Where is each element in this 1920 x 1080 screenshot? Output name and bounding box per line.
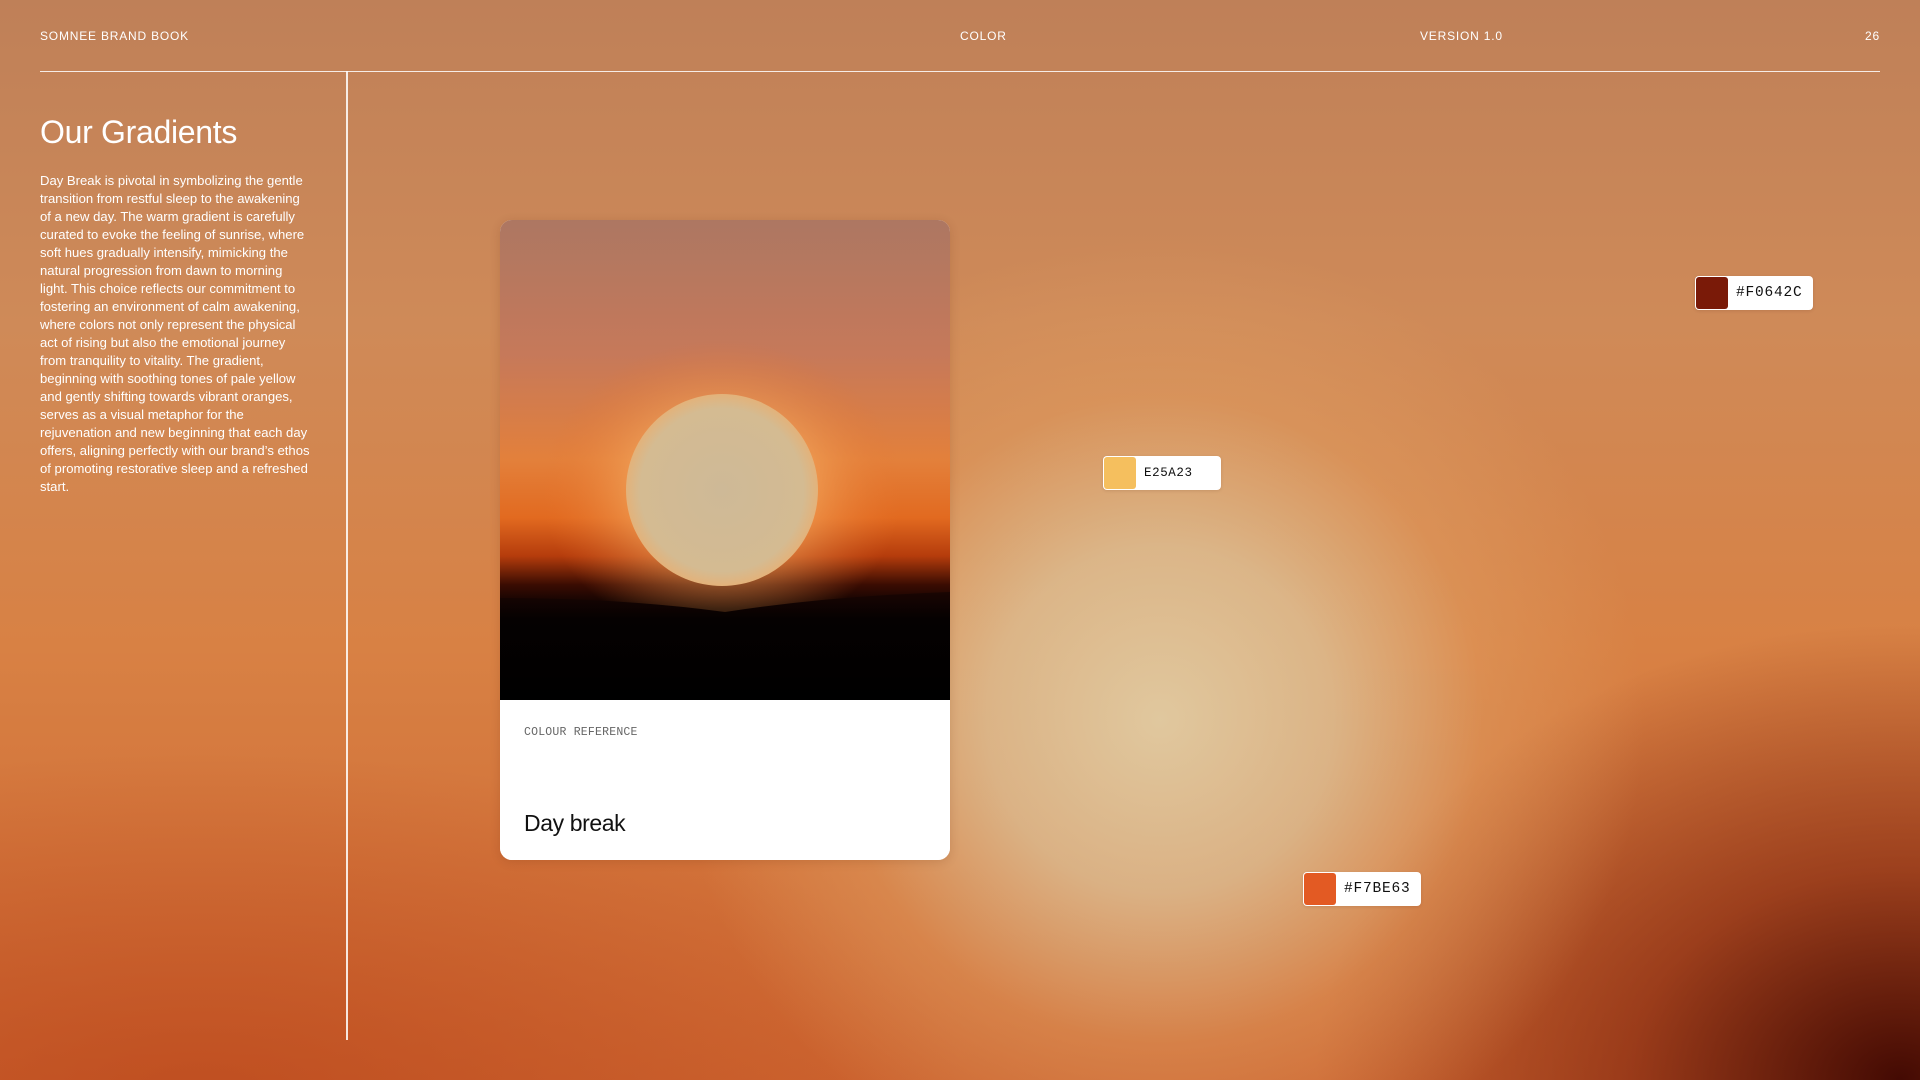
hex-code: #F0642C — [1736, 285, 1803, 301]
page-title: Our Gradients — [40, 114, 238, 150]
color-swatch-chip: #F0642C — [1695, 276, 1813, 310]
page-header: SOMNEE BRAND BOOK COLOR VERSION 1.0 26 — [40, 0, 1880, 72]
color-swatch-chip: E25A23 — [1103, 456, 1221, 490]
brand-name: SOMNEE BRAND BOOK — [40, 29, 189, 43]
page-number: 26 — [1865, 29, 1880, 43]
section-name: COLOR — [960, 29, 1007, 43]
intro-paragraph: Day Break is pivotal in symbolizing the … — [40, 173, 310, 494]
swatch-color — [1304, 873, 1336, 905]
hex-code: E25A23 — [1144, 466, 1193, 480]
swatch-color — [1104, 457, 1136, 489]
colour-reference-card: COLOUR REFERENCE Day break — [500, 220, 950, 860]
colour-reference-label: COLOUR REFERENCE — [524, 726, 638, 739]
version-label: VERSION 1.0 — [1420, 29, 1503, 43]
sunset-photo — [500, 220, 950, 700]
column-divider — [346, 71, 348, 1040]
hex-code: #F7BE63 — [1344, 881, 1411, 897]
card-caption: COLOUR REFERENCE Day break — [500, 700, 950, 860]
color-swatch-chip: #F7BE63 — [1303, 872, 1421, 906]
gradient-name: Day break — [524, 810, 626, 836]
swatch-color — [1696, 277, 1728, 309]
